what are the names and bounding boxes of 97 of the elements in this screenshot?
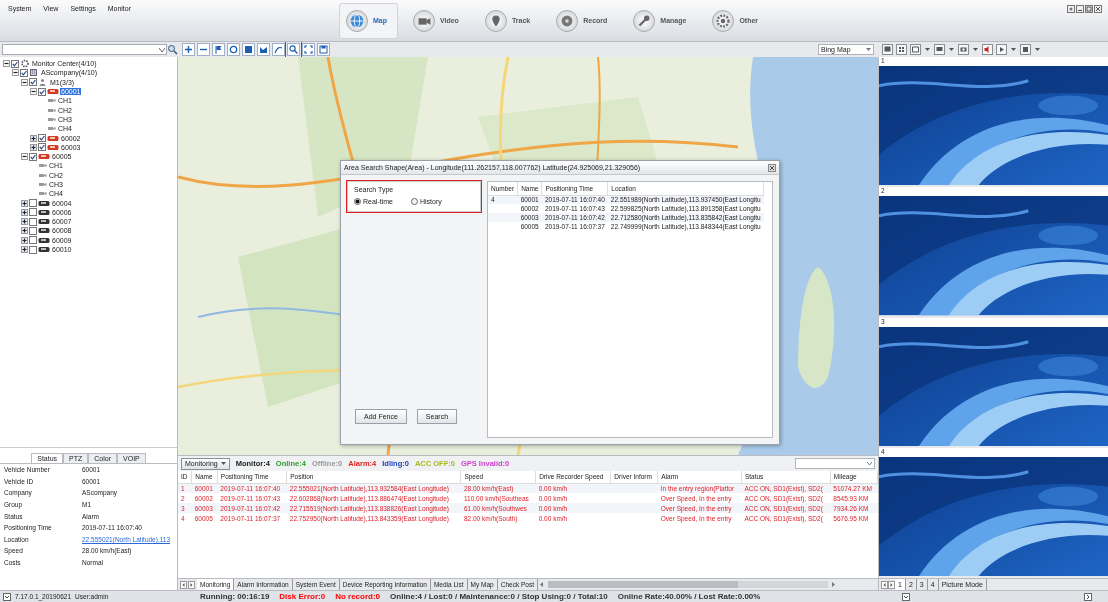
panel-toggle-icon[interactable]	[1084, 592, 1092, 601]
scroll-right-icon[interactable]	[188, 580, 195, 589]
checkbox[interactable]	[11, 59, 19, 68]
disc-icon	[556, 9, 579, 32]
zoom-in-icon	[183, 44, 194, 55]
collapse-icon[interactable]	[30, 88, 37, 96]
panel-toggle-icon[interactable]	[902, 592, 910, 601]
camera-icon[interactable]	[958, 44, 969, 55]
save-icon	[318, 44, 329, 55]
square-button[interactable]	[242, 43, 255, 56]
status-text: Running: 00:16:19	[200, 592, 270, 601]
building-icon	[29, 68, 39, 78]
checkbox[interactable]	[29, 245, 37, 254]
vehicle-icon	[47, 87, 59, 97]
expand-icon[interactable]	[21, 218, 28, 226]
panel-toggle-icon[interactable]	[3, 592, 11, 601]
grid-icon[interactable]	[896, 44, 907, 55]
line-icon	[273, 44, 284, 55]
zoom-out-button[interactable]	[197, 43, 210, 56]
flag-icon	[213, 44, 224, 55]
flag-button[interactable]	[212, 43, 225, 56]
minimize-icon[interactable]	[1076, 5, 1084, 13]
stop-icon[interactable]	[1020, 44, 1031, 55]
checkbox[interactable]	[29, 217, 37, 226]
status-text: Disk Error:0	[279, 592, 326, 601]
scroll-right-icon[interactable]	[888, 580, 895, 589]
expand-icon[interactable]	[21, 199, 28, 207]
scroll-left-icon[interactable]	[881, 580, 888, 589]
vehicle-icon	[38, 207, 50, 217]
expand-icon[interactable]	[21, 246, 28, 254]
close-icon[interactable]	[1094, 5, 1102, 13]
checkbox[interactable]	[29, 199, 37, 208]
search-button[interactable]	[287, 43, 300, 56]
expand-icon[interactable]	[21, 208, 28, 216]
collapse-icon[interactable]	[21, 153, 28, 161]
checkbox[interactable]	[29, 236, 37, 245]
wrench-icon	[633, 9, 656, 32]
checkbox[interactable]	[38, 87, 46, 96]
expand-icon[interactable]	[21, 227, 28, 235]
fullscreen-icon	[303, 44, 314, 55]
circle-button[interactable]	[227, 43, 240, 56]
vehicle-icon	[38, 217, 50, 227]
checkbox[interactable]	[29, 208, 37, 217]
circle-icon	[228, 44, 239, 55]
zoom-in-button[interactable]	[182, 43, 195, 56]
caret-icon	[866, 48, 871, 51]
speaker-icon[interactable]	[982, 44, 993, 55]
camera-icon	[412, 9, 435, 32]
checkbox[interactable]	[29, 227, 37, 235]
search-icon	[288, 44, 299, 55]
camera-icon	[38, 180, 47, 189]
line-button[interactable]	[272, 43, 285, 56]
caret-icon	[220, 462, 226, 465]
vehicle-icon	[38, 198, 50, 208]
vehicle-icon	[38, 152, 50, 162]
status-text: No record:0	[335, 592, 381, 601]
status-text: Online Rate:40.00% / Lost Rate:0.00%	[617, 592, 761, 601]
scrollbar[interactable]	[537, 580, 838, 589]
expand-icon[interactable]	[30, 143, 37, 151]
caret-icon[interactable]	[159, 47, 165, 52]
collapse-icon[interactable]	[12, 69, 19, 77]
help-icon[interactable]	[1067, 5, 1075, 13]
status-text: Online:4 / Lost:0 / Maintenance:0 / Stop Using:0 / Total:10	[390, 592, 608, 601]
checkbox[interactable]	[38, 134, 46, 142]
collapse-icon[interactable]	[3, 60, 10, 68]
fullscreen-button[interactable]	[302, 43, 315, 56]
screen-icon[interactable]	[882, 44, 893, 55]
checkbox[interactable]	[29, 78, 37, 87]
vehicle-icon	[47, 142, 59, 152]
filter-field[interactable]	[795, 458, 875, 469]
window-icon[interactable]	[934, 44, 945, 55]
square-icon	[243, 44, 254, 55]
vehicle-icon	[47, 133, 59, 143]
vehicle-icon	[38, 245, 50, 255]
scroll-left-icon[interactable]	[180, 580, 187, 589]
save-button[interactable]	[317, 43, 330, 56]
gear-icon	[20, 59, 30, 69]
expand-icon[interactable]	[30, 134, 37, 142]
pin-icon	[484, 9, 507, 32]
polygon-icon	[258, 44, 269, 55]
globe-icon	[345, 9, 368, 32]
checkbox[interactable]	[29, 152, 37, 161]
maximize-icon[interactable]	[1085, 5, 1093, 13]
checkbox[interactable]	[38, 143, 46, 152]
checkbox[interactable]	[20, 68, 28, 77]
expand-icon[interactable]	[21, 236, 28, 244]
people-icon	[38, 77, 48, 87]
collapse-icon[interactable]	[21, 78, 28, 86]
play-icon[interactable]	[996, 44, 1007, 55]
vehicle-icon	[38, 235, 50, 245]
search-field[interactable]	[2, 44, 167, 55]
caret-icon	[867, 462, 872, 465]
layout-icon[interactable]	[910, 44, 921, 55]
search-icon[interactable]	[167, 44, 178, 55]
polygon-button[interactable]	[257, 43, 270, 56]
vehicle-icon	[38, 226, 50, 236]
gear-icon	[712, 9, 735, 32]
